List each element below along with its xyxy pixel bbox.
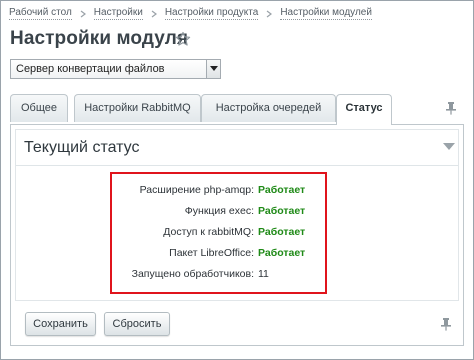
star-outline-icon[interactable] bbox=[175, 31, 191, 47]
tab-general[interactable]: Общее bbox=[10, 94, 68, 122]
status-value: 11 bbox=[258, 268, 269, 280]
breadcrumb-separator-icon bbox=[258, 8, 280, 20]
save-button[interactable]: Сохранить bbox=[25, 312, 96, 336]
breadcrumb-item-module-settings[interactable]: Настройки модулей bbox=[280, 7, 372, 20]
status-value: Работает bbox=[258, 247, 306, 259]
status-row-libreoffice: Пакет LibreOffice: Работает bbox=[112, 244, 325, 264]
tab-content-panel: Текущий статус Расширение php-amqp: Рабо… bbox=[10, 124, 464, 346]
breadcrumb-separator-icon bbox=[143, 8, 165, 20]
status-row-rabbitmq: Доступ к rabbitMQ: Работает bbox=[112, 223, 325, 243]
status-label: Функция exec: bbox=[184, 205, 254, 217]
module-select[interactable]: Сервер конвертации файлов bbox=[10, 59, 221, 79]
section-divider bbox=[16, 165, 458, 166]
tab-rabbitmq-settings[interactable]: Настройки RabbitMQ bbox=[74, 94, 201, 122]
module-select-value: Сервер конвертации файлов bbox=[16, 63, 165, 75]
status-label: Доступ к rabbitMQ: bbox=[163, 226, 254, 238]
pin-icon[interactable] bbox=[444, 101, 458, 115]
breadcrumb-item-product-settings[interactable]: Настройки продукта bbox=[164, 7, 259, 20]
section-title: Текущий статус bbox=[24, 139, 140, 156]
breadcrumb-item-settings[interactable]: Настройки bbox=[93, 7, 143, 20]
tab-status[interactable]: Статус bbox=[336, 94, 392, 125]
select-dropdown-button[interactable] bbox=[206, 60, 220, 78]
status-value: Работает bbox=[258, 205, 306, 217]
reset-button[interactable]: Сбросить bbox=[104, 312, 170, 336]
status-highlight-box: Расширение php-amqp: Работает Функция ex… bbox=[110, 172, 327, 294]
breadcrumb-item-desktop[interactable]: Рабочий стол bbox=[9, 7, 72, 20]
triangle-down-icon[interactable] bbox=[443, 143, 455, 151]
tab-queue-settings[interactable]: Настройка очередей bbox=[201, 94, 336, 122]
status-value: Работает bbox=[258, 226, 306, 238]
status-label: Запущено обработчиков: bbox=[131, 268, 254, 280]
status-row-workers: Запущено обработчиков: 11 bbox=[112, 265, 325, 285]
breadcrumb-separator-icon bbox=[72, 8, 94, 20]
breadcrumb: Рабочий стол Настройки Настройки продукт… bbox=[9, 7, 372, 20]
status-label: Пакет LibreOffice: bbox=[169, 247, 254, 259]
status-value: Работает bbox=[258, 184, 306, 196]
status-label: Расширение php-amqp: bbox=[139, 184, 254, 196]
status-section: Текущий статус Расширение php-amqp: Рабо… bbox=[15, 129, 459, 301]
page-title: Настройки модуля bbox=[10, 28, 189, 49]
status-row-php-amqp: Расширение php-amqp: Работает bbox=[112, 181, 325, 201]
status-row-exec: Функция exec: Работает bbox=[112, 202, 325, 222]
chevron-down-icon bbox=[210, 66, 218, 71]
pin-icon[interactable] bbox=[440, 317, 452, 331]
